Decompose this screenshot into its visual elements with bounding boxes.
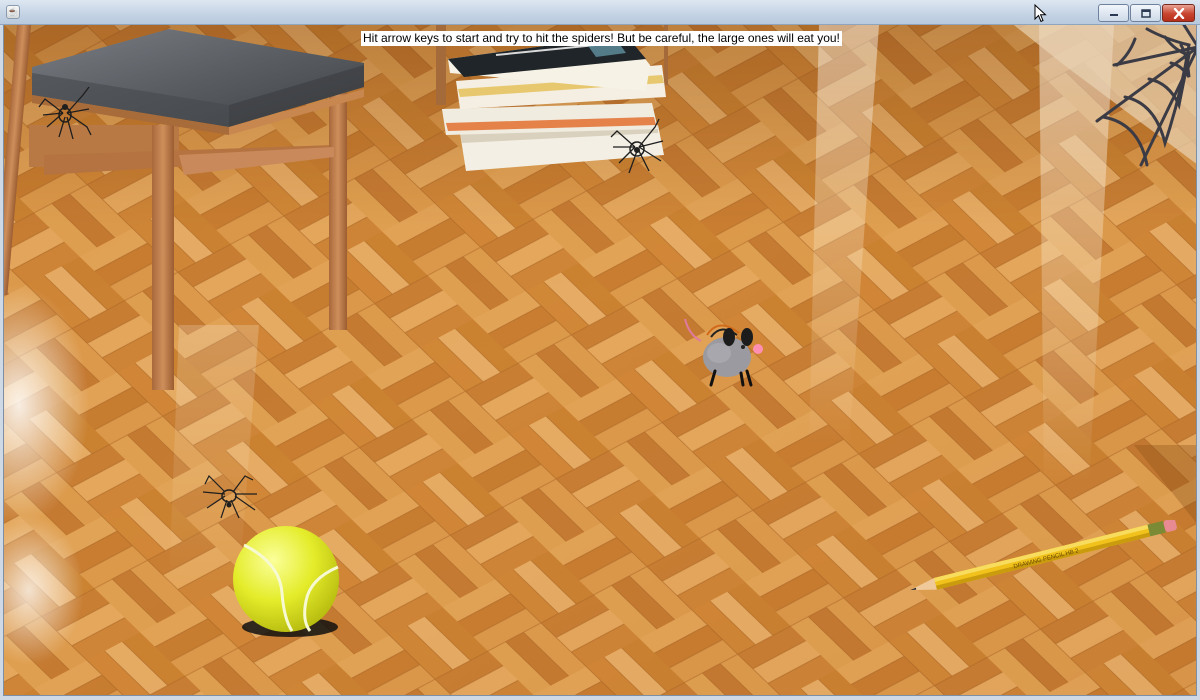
chair: [4, 25, 364, 390]
spider: [610, 118, 664, 174]
title-bar[interactable]: ☕: [0, 0, 1200, 25]
mouse-cursor-icon: [1034, 4, 1047, 23]
spider-web: [1095, 25, 1196, 167]
spider: [202, 474, 257, 519]
close-button[interactable]: [1162, 4, 1195, 22]
instruction-text: Hit arrow keys to start and try to hit t…: [361, 31, 842, 46]
minimize-icon: [1109, 14, 1118, 16]
maximize-icon: [1140, 8, 1151, 18]
tennis-ball: [233, 526, 339, 637]
game-window: ☕ DRAWING PENCIL HB 2 Hit arrow keys to …: [0, 0, 1200, 700]
minimize-button[interactable]: [1098, 4, 1129, 22]
mouse-player[interactable]: [681, 315, 771, 387]
pencil: DRAWING PENCIL HB 2: [910, 520, 1177, 591]
java-coffee-icon: ☕: [6, 5, 20, 19]
game-canvas[interactable]: DRAWING PENCIL HB 2 Hit arrow keys to st…: [3, 25, 1197, 696]
spider: [38, 86, 92, 140]
maximize-button[interactable]: [1130, 4, 1161, 22]
close-icon: [1173, 7, 1184, 19]
